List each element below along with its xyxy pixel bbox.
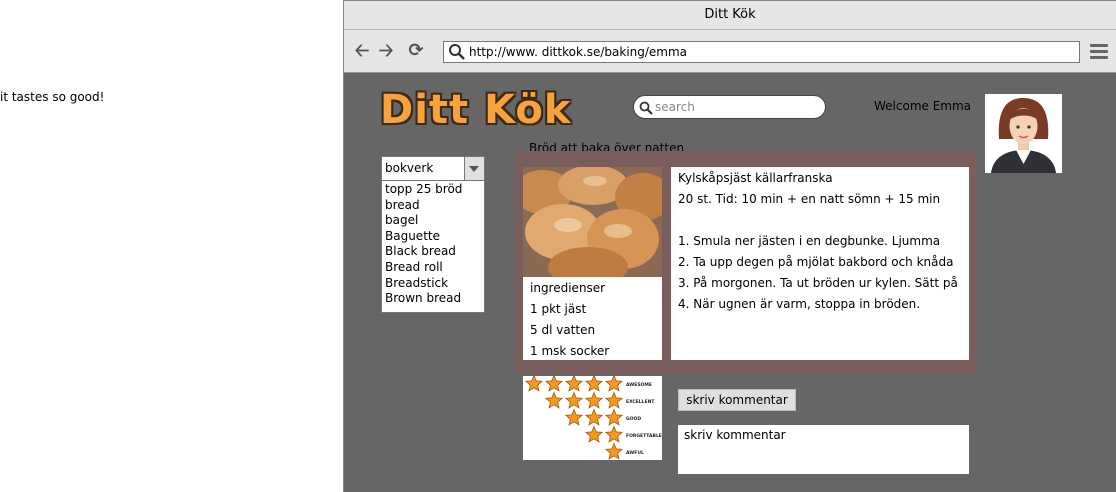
comment-input-text: skriv kommentar: [684, 428, 786, 442]
dropdown-selected: bokverk: [385, 161, 434, 175]
dropdown-option[interactable]: Black bread: [385, 244, 462, 260]
recipe-step: 4. När ugnen är varm, stoppa in bröden.: [678, 297, 921, 311]
dropdown-option[interactable]: Bread roll: [385, 260, 462, 276]
rating-label: GOOD: [626, 416, 641, 422]
window-title: Ditt Kök: [344, 1, 1116, 30]
star-icon[interactable]: [604, 376, 624, 392]
ingredients-list: ingredienser 1 pkt jäst 5 dl vatten 1 ms…: [523, 277, 662, 360]
dropdown-option[interactable]: bagel: [385, 213, 462, 229]
forward-arrow-icon[interactable]: 🡢: [376, 42, 396, 60]
dropdown-options: topp 25 bröd bread bagel Baguette Black …: [385, 182, 462, 307]
bread-photo: [523, 167, 662, 277]
dropdown-option[interactable]: Breadstick: [385, 276, 462, 292]
star-icon[interactable]: [584, 376, 604, 392]
star-icon[interactable]: [564, 391, 584, 409]
star-icon[interactable]: [604, 408, 624, 426]
reload-icon[interactable]: ⟳: [406, 42, 426, 60]
recipe-step: 1. Smula ner jästen i en degbunke. Ljumm…: [678, 234, 941, 248]
dropdown-option[interactable]: Baguette: [385, 229, 462, 245]
rating-scale[interactable]: AWESOME EXCELLENT GOOD FORGETTABLE AWFUL: [523, 376, 662, 460]
write-comment-button[interactable]: skriv kommentar: [678, 389, 796, 411]
star-icon[interactable]: [604, 425, 624, 443]
star-icon[interactable]: [604, 442, 624, 460]
star-icon[interactable]: [564, 408, 584, 426]
site-search-input[interactable]: search: [633, 95, 826, 119]
recipe-text: Kylskåpsjäst källarfranska 20 st. Tid: 1…: [671, 167, 969, 360]
star-icon[interactable]: [544, 376, 564, 392]
search-placeholder: search: [655, 100, 695, 114]
recipe-title: Kylskåpsjäst källarfranska: [678, 171, 833, 185]
chevron-down-icon[interactable]: [464, 157, 484, 180]
dropdown-option[interactable]: bread: [385, 198, 462, 214]
star-icon[interactable]: [604, 391, 624, 409]
welcome-text: Welcome Emma: [874, 99, 972, 113]
comment-input[interactable]: skriv kommentar: [678, 425, 969, 474]
category-dropdown[interactable]: bokverk topp 25 bröd bread bagel Baguett…: [381, 156, 485, 313]
dropdown-option[interactable]: Brown bread: [385, 291, 462, 307]
user-avatar[interactable]: [985, 94, 1062, 173]
site-logo[interactable]: Ditt Kök: [380, 87, 571, 133]
star-icon[interactable]: [524, 376, 544, 392]
star-icon[interactable]: [584, 425, 604, 443]
dropdown-header[interactable]: bokverk: [382, 157, 484, 181]
side-note: it tastes so good!: [0, 90, 105, 104]
star-icon[interactable]: [584, 408, 604, 426]
menu-icon[interactable]: [1090, 44, 1108, 60]
ingredient-item: 1 msk socker: [530, 344, 610, 358]
recipe-step: 3. På morgonen. Ta ut bröden ur kylen. S…: [678, 276, 958, 290]
rating-label: AWESOME: [626, 382, 652, 388]
address-url: http://www. dittkok.se/baking/emma: [469, 45, 688, 59]
back-arrow-icon[interactable]: 🡠: [352, 42, 372, 60]
rating-label: AWFUL: [626, 450, 644, 456]
ingredient-item: 5 dl vatten: [530, 323, 596, 337]
recipe-meta: 20 st. Tid: 10 min + en natt sömn + 15 m…: [678, 192, 941, 206]
star-icon[interactable]: [544, 391, 564, 409]
ingredients-heading: ingredienser: [530, 281, 606, 295]
recipe-step: 2. Ta upp degen på mjölat bakbord och kn…: [678, 255, 954, 269]
star-icon[interactable]: [584, 391, 604, 409]
ingredient-item: 1 pkt jäst: [530, 302, 587, 316]
search-icon: [639, 101, 653, 115]
rating-label: FORGETTABLE: [626, 433, 662, 439]
search-icon: [449, 44, 465, 60]
browser-toolbar: 🡠 🡢 ⟳ http://www. dittkok.se/baking/emma: [344, 30, 1116, 73]
address-bar[interactable]: http://www. dittkok.se/baking/emma: [443, 41, 1080, 63]
dropdown-option[interactable]: topp 25 bröd: [385, 182, 462, 198]
browser-window: Ditt Kök 🡠 🡢 ⟳ http://www. dittkok.se/ba…: [343, 0, 1116, 492]
star-icon[interactable]: [564, 376, 584, 392]
rating-label: EXCELLENT: [626, 399, 655, 405]
